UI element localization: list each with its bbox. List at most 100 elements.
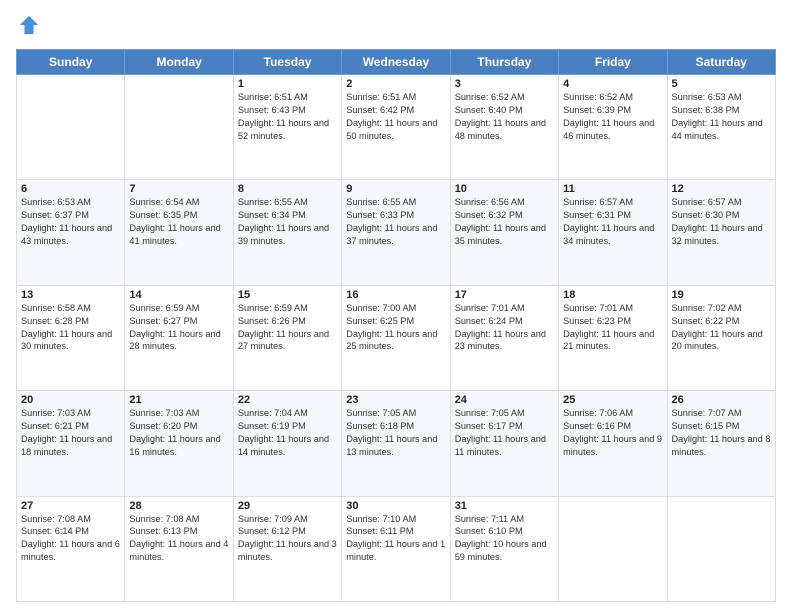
calendar-cell: 11Sunrise: 6:57 AM Sunset: 6:31 PM Dayli… bbox=[559, 180, 667, 285]
calendar-cell: 4Sunrise: 6:52 AM Sunset: 6:39 PM Daylig… bbox=[559, 75, 667, 180]
day-info: Sunrise: 7:06 AM Sunset: 6:16 PM Dayligh… bbox=[563, 407, 662, 459]
day-number: 26 bbox=[672, 394, 771, 406]
day-number: 12 bbox=[672, 183, 771, 195]
day-info: Sunrise: 6:57 AM Sunset: 6:31 PM Dayligh… bbox=[563, 196, 662, 248]
calendar-cell: 12Sunrise: 6:57 AM Sunset: 6:30 PM Dayli… bbox=[667, 180, 775, 285]
logo-icon bbox=[18, 14, 40, 36]
calendar-cell: 22Sunrise: 7:04 AM Sunset: 6:19 PM Dayli… bbox=[233, 391, 341, 496]
calendar-cell: 23Sunrise: 7:05 AM Sunset: 6:18 PM Dayli… bbox=[342, 391, 450, 496]
day-info: Sunrise: 7:08 AM Sunset: 6:14 PM Dayligh… bbox=[21, 513, 120, 565]
calendar-cell: 25Sunrise: 7:06 AM Sunset: 6:16 PM Dayli… bbox=[559, 391, 667, 496]
day-number: 15 bbox=[238, 289, 337, 301]
day-number: 2 bbox=[346, 78, 445, 90]
weekday-friday: Friday bbox=[559, 50, 667, 75]
day-number: 22 bbox=[238, 394, 337, 406]
day-info: Sunrise: 7:03 AM Sunset: 6:20 PM Dayligh… bbox=[129, 407, 228, 459]
calendar-cell: 5Sunrise: 6:53 AM Sunset: 6:38 PM Daylig… bbox=[667, 75, 775, 180]
week-row-5: 27Sunrise: 7:08 AM Sunset: 6:14 PM Dayli… bbox=[17, 496, 776, 601]
day-info: Sunrise: 7:03 AM Sunset: 6:21 PM Dayligh… bbox=[21, 407, 120, 459]
calendar-cell: 2Sunrise: 6:51 AM Sunset: 6:42 PM Daylig… bbox=[342, 75, 450, 180]
day-number: 28 bbox=[129, 500, 228, 512]
header bbox=[16, 12, 776, 41]
week-row-3: 13Sunrise: 6:58 AM Sunset: 6:28 PM Dayli… bbox=[17, 285, 776, 390]
calendar-cell: 24Sunrise: 7:05 AM Sunset: 6:17 PM Dayli… bbox=[450, 391, 558, 496]
calendar-cell: 29Sunrise: 7:09 AM Sunset: 6:12 PM Dayli… bbox=[233, 496, 341, 601]
week-row-2: 6Sunrise: 6:53 AM Sunset: 6:37 PM Daylig… bbox=[17, 180, 776, 285]
day-info: Sunrise: 6:55 AM Sunset: 6:33 PM Dayligh… bbox=[346, 196, 445, 248]
day-info: Sunrise: 6:53 AM Sunset: 6:38 PM Dayligh… bbox=[672, 91, 771, 143]
day-number: 27 bbox=[21, 500, 120, 512]
day-number: 8 bbox=[238, 183, 337, 195]
calendar-cell: 16Sunrise: 7:00 AM Sunset: 6:25 PM Dayli… bbox=[342, 285, 450, 390]
day-number: 11 bbox=[563, 183, 662, 195]
calendar-cell: 1Sunrise: 6:51 AM Sunset: 6:43 PM Daylig… bbox=[233, 75, 341, 180]
day-info: Sunrise: 7:05 AM Sunset: 6:17 PM Dayligh… bbox=[455, 407, 554, 459]
week-row-4: 20Sunrise: 7:03 AM Sunset: 6:21 PM Dayli… bbox=[17, 391, 776, 496]
day-info: Sunrise: 7:04 AM Sunset: 6:19 PM Dayligh… bbox=[238, 407, 337, 459]
day-number: 4 bbox=[563, 78, 662, 90]
calendar-cell: 9Sunrise: 6:55 AM Sunset: 6:33 PM Daylig… bbox=[342, 180, 450, 285]
day-number: 21 bbox=[129, 394, 228, 406]
calendar-cell bbox=[667, 496, 775, 601]
day-info: Sunrise: 7:05 AM Sunset: 6:18 PM Dayligh… bbox=[346, 407, 445, 459]
day-info: Sunrise: 7:07 AM Sunset: 6:15 PM Dayligh… bbox=[672, 407, 771, 459]
page: SundayMondayTuesdayWednesdayThursdayFrid… bbox=[0, 0, 792, 612]
day-info: Sunrise: 6:52 AM Sunset: 6:39 PM Dayligh… bbox=[563, 91, 662, 143]
logo bbox=[16, 12, 40, 41]
weekday-tuesday: Tuesday bbox=[233, 50, 341, 75]
calendar-cell: 30Sunrise: 7:10 AM Sunset: 6:11 PM Dayli… bbox=[342, 496, 450, 601]
day-number: 6 bbox=[21, 183, 120, 195]
day-number: 25 bbox=[563, 394, 662, 406]
day-number: 23 bbox=[346, 394, 445, 406]
calendar-cell: 27Sunrise: 7:08 AM Sunset: 6:14 PM Dayli… bbox=[17, 496, 125, 601]
day-info: Sunrise: 6:55 AM Sunset: 6:34 PM Dayligh… bbox=[238, 196, 337, 248]
day-info: Sunrise: 6:59 AM Sunset: 6:27 PM Dayligh… bbox=[129, 302, 228, 354]
calendar-cell: 7Sunrise: 6:54 AM Sunset: 6:35 PM Daylig… bbox=[125, 180, 233, 285]
day-number: 17 bbox=[455, 289, 554, 301]
day-number: 24 bbox=[455, 394, 554, 406]
calendar-cell: 31Sunrise: 7:11 AM Sunset: 6:10 PM Dayli… bbox=[450, 496, 558, 601]
calendar-cell: 19Sunrise: 7:02 AM Sunset: 6:22 PM Dayli… bbox=[667, 285, 775, 390]
day-info: Sunrise: 7:09 AM Sunset: 6:12 PM Dayligh… bbox=[238, 513, 337, 565]
day-number: 19 bbox=[672, 289, 771, 301]
calendar-cell: 15Sunrise: 6:59 AM Sunset: 6:26 PM Dayli… bbox=[233, 285, 341, 390]
day-info: Sunrise: 7:00 AM Sunset: 6:25 PM Dayligh… bbox=[346, 302, 445, 354]
calendar-cell bbox=[17, 75, 125, 180]
day-info: Sunrise: 6:51 AM Sunset: 6:42 PM Dayligh… bbox=[346, 91, 445, 143]
week-row-1: 1Sunrise: 6:51 AM Sunset: 6:43 PM Daylig… bbox=[17, 75, 776, 180]
day-info: Sunrise: 7:01 AM Sunset: 6:24 PM Dayligh… bbox=[455, 302, 554, 354]
calendar-cell: 6Sunrise: 6:53 AM Sunset: 6:37 PM Daylig… bbox=[17, 180, 125, 285]
weekday-saturday: Saturday bbox=[667, 50, 775, 75]
day-number: 31 bbox=[455, 500, 554, 512]
weekday-sunday: Sunday bbox=[17, 50, 125, 75]
day-number: 7 bbox=[129, 183, 228, 195]
calendar-cell: 10Sunrise: 6:56 AM Sunset: 6:32 PM Dayli… bbox=[450, 180, 558, 285]
day-info: Sunrise: 7:08 AM Sunset: 6:13 PM Dayligh… bbox=[129, 513, 228, 565]
weekday-header-row: SundayMondayTuesdayWednesdayThursdayFrid… bbox=[17, 50, 776, 75]
calendar-table: SundayMondayTuesdayWednesdayThursdayFrid… bbox=[16, 49, 776, 602]
day-info: Sunrise: 6:54 AM Sunset: 6:35 PM Dayligh… bbox=[129, 196, 228, 248]
calendar-cell bbox=[125, 75, 233, 180]
day-info: Sunrise: 6:58 AM Sunset: 6:28 PM Dayligh… bbox=[21, 302, 120, 354]
weekday-wednesday: Wednesday bbox=[342, 50, 450, 75]
day-number: 29 bbox=[238, 500, 337, 512]
day-number: 13 bbox=[21, 289, 120, 301]
day-number: 18 bbox=[563, 289, 662, 301]
day-info: Sunrise: 6:56 AM Sunset: 6:32 PM Dayligh… bbox=[455, 196, 554, 248]
day-info: Sunrise: 7:01 AM Sunset: 6:23 PM Dayligh… bbox=[563, 302, 662, 354]
day-info: Sunrise: 7:11 AM Sunset: 6:10 PM Dayligh… bbox=[455, 513, 554, 565]
calendar-cell: 14Sunrise: 6:59 AM Sunset: 6:27 PM Dayli… bbox=[125, 285, 233, 390]
calendar-cell: 20Sunrise: 7:03 AM Sunset: 6:21 PM Dayli… bbox=[17, 391, 125, 496]
day-number: 5 bbox=[672, 78, 771, 90]
calendar-cell: 28Sunrise: 7:08 AM Sunset: 6:13 PM Dayli… bbox=[125, 496, 233, 601]
day-info: Sunrise: 6:53 AM Sunset: 6:37 PM Dayligh… bbox=[21, 196, 120, 248]
day-number: 14 bbox=[129, 289, 228, 301]
day-number: 10 bbox=[455, 183, 554, 195]
day-info: Sunrise: 6:59 AM Sunset: 6:26 PM Dayligh… bbox=[238, 302, 337, 354]
day-info: Sunrise: 7:10 AM Sunset: 6:11 PM Dayligh… bbox=[346, 513, 445, 565]
calendar-cell: 26Sunrise: 7:07 AM Sunset: 6:15 PM Dayli… bbox=[667, 391, 775, 496]
weekday-thursday: Thursday bbox=[450, 50, 558, 75]
calendar-cell: 17Sunrise: 7:01 AM Sunset: 6:24 PM Dayli… bbox=[450, 285, 558, 390]
day-info: Sunrise: 6:52 AM Sunset: 6:40 PM Dayligh… bbox=[455, 91, 554, 143]
calendar-cell: 18Sunrise: 7:01 AM Sunset: 6:23 PM Dayli… bbox=[559, 285, 667, 390]
